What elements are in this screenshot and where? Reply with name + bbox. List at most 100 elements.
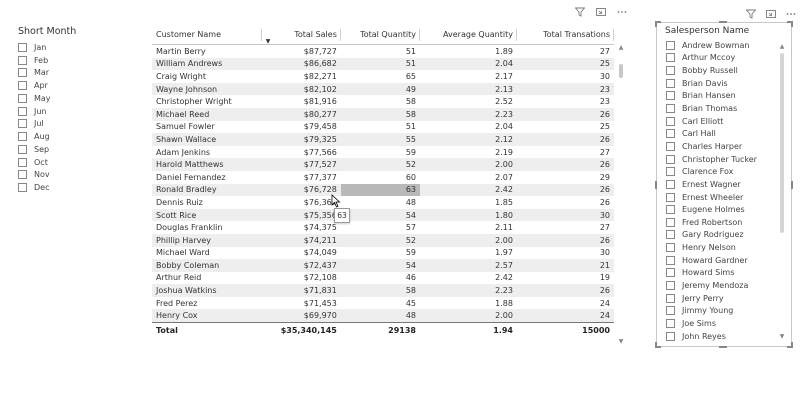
table-row[interactable]: Martin Berry $87,727 51 1.89 27 <box>152 45 614 58</box>
filter-icon[interactable] <box>745 8 757 20</box>
resize-handle[interactable] <box>719 346 727 348</box>
checkbox[interactable] <box>666 318 675 328</box>
checkbox[interactable] <box>666 331 675 341</box>
checkbox[interactable] <box>18 55 27 65</box>
table-scroll-area[interactable]: Customer Name Total Sales ▼ Total Quantity A… <box>150 22 618 344</box>
table-cell[interactable]: 26 <box>516 107 614 121</box>
slicer-item[interactable]: Andrew Bowman <box>666 39 784 52</box>
table-cell[interactable]: 54 <box>340 259 420 272</box>
table-cell[interactable]: Ronald Bradley <box>152 183 262 197</box>
table-cell[interactable]: Adam Jenkins <box>152 146 262 159</box>
table-cell[interactable]: $87,727 <box>262 45 341 58</box>
checkbox[interactable] <box>666 255 675 265</box>
checkbox[interactable] <box>666 53 675 63</box>
scroll-down-arrow-icon[interactable]: ▼ <box>617 338 625 346</box>
resize-handle[interactable] <box>719 21 727 23</box>
checkbox[interactable] <box>18 144 27 154</box>
slicer-item[interactable]: Brian Hansen <box>666 90 784 103</box>
table-cell[interactable]: $82,271 <box>262 70 341 83</box>
table-cell[interactable]: 2.07 <box>420 171 517 184</box>
table-cell[interactable]: $75,356 <box>261 208 341 222</box>
table-cell[interactable]: 1.80 <box>420 208 517 222</box>
table-cell[interactable]: 58 <box>341 95 420 108</box>
resize-handle[interactable] <box>655 181 657 189</box>
table-cell[interactable]: 65 <box>341 70 420 83</box>
table-cell[interactable]: $71,453 <box>262 297 341 310</box>
slicer-item[interactable]: Ernest Wheeler <box>666 191 784 204</box>
table-cell[interactable]: 60 <box>341 171 420 184</box>
table-cell[interactable]: 1.97 <box>420 247 517 260</box>
slicer-item[interactable]: Carl Hall <box>666 127 784 140</box>
checkbox[interactable] <box>666 78 675 88</box>
column-header[interactable]: Customer Name <box>152 25 262 45</box>
table-cell[interactable]: $74,049 <box>262 247 341 260</box>
table-cell[interactable]: 58 <box>340 107 420 121</box>
slicer-item[interactable]: John Reyes <box>666 330 784 343</box>
table-vertical-scrollbar[interactable]: ▲ ▼ <box>617 44 625 346</box>
resize-handle[interactable] <box>791 181 793 189</box>
slicer-item[interactable]: Jeremy Mendoza <box>666 279 784 292</box>
table-cell[interactable]: 2.04 <box>420 121 517 134</box>
table-row[interactable]: Daniel Fernandez $77,377 60 2.07 29 <box>152 171 614 184</box>
table-cell[interactable]: 30 <box>517 70 614 83</box>
table-cell[interactable]: $82,102 <box>261 82 341 96</box>
table-cell[interactable]: 26 <box>516 158 614 171</box>
table-cell[interactable]: Dennis Ruiz <box>152 196 262 209</box>
table-cell[interactable]: $71,831 <box>261 284 341 297</box>
table-cell[interactable]: Craig Wright <box>152 70 262 83</box>
table-cell[interactable]: Arthur Reid <box>152 272 262 285</box>
resize-handle[interactable] <box>791 21 793 27</box>
slicer-item[interactable]: Mar <box>18 67 138 80</box>
slicer-item[interactable]: Oct <box>18 156 138 169</box>
table-cell[interactable]: $74,211 <box>261 233 341 247</box>
table-cell[interactable]: $77,527 <box>261 158 341 171</box>
table-cell[interactable]: Martin Berry <box>152 45 262 58</box>
table-cell[interactable]: Henry Cox <box>152 309 262 323</box>
table-cell[interactable]: 24 <box>517 297 614 310</box>
filter-icon[interactable] <box>574 6 586 18</box>
table-cell[interactable]: 2.42 <box>420 272 517 285</box>
table-cell[interactable]: $72,108 <box>262 272 341 285</box>
table-row[interactable]: Adam Jenkins $77,566 59 2.19 27 <box>152 146 614 159</box>
resize-handle[interactable] <box>655 342 657 348</box>
slicer-item[interactable]: Dec <box>18 181 138 194</box>
slicer-item[interactable]: May <box>18 92 138 105</box>
slicer-item[interactable]: Sep <box>18 143 138 156</box>
checkbox[interactable] <box>18 68 27 78</box>
column-separator[interactable] <box>613 29 614 41</box>
slicer-item[interactable]: Carl Elliott <box>666 115 784 128</box>
table-cell[interactable]: 21 <box>516 259 614 272</box>
focus-mode-icon[interactable] <box>765 8 777 20</box>
table-row[interactable]: Phillip Harvey $74,211 52 2.00 26 <box>152 233 614 247</box>
table-cell[interactable]: $76,728 <box>261 183 341 197</box>
column-header[interactable]: Total Sales ▼ <box>261 25 341 45</box>
table-row[interactable]: Arthur Reid $72,108 46 2.42 19 <box>152 272 614 285</box>
table-cell[interactable]: Phillip Harvey <box>152 233 262 247</box>
table-cell[interactable]: 30 <box>517 247 614 260</box>
table-row[interactable]: Joshua Watkins $71,831 58 2.23 26 <box>152 284 614 297</box>
table-cell[interactable]: $76,367 <box>262 196 341 209</box>
slicer-item[interactable]: Fred Robertson <box>666 216 784 229</box>
table-cell[interactable]: Michael Reed <box>152 107 262 121</box>
checkbox[interactable] <box>18 170 27 180</box>
checkbox[interactable] <box>666 167 675 177</box>
salesperson-list[interactable]: Andrew Bowman Arthur Mccoy Bobby Russell Br… <box>666 39 784 343</box>
slicer-item[interactable]: Clarence Fox <box>666 165 784 178</box>
table-cell[interactable]: 52 <box>340 158 420 171</box>
table-cell[interactable]: 2.00 <box>420 233 517 247</box>
checkbox[interactable] <box>666 104 675 114</box>
more-options-icon[interactable] <box>616 6 628 18</box>
column-header[interactable]: Total Transations <box>516 25 614 45</box>
slicer-item[interactable]: Howard Gardner <box>666 254 784 267</box>
slicer-item[interactable]: Brian Thomas <box>666 102 784 115</box>
slicer-item[interactable]: Joe Sims <box>666 317 784 330</box>
table-cell[interactable]: Bobby Coleman <box>152 259 262 272</box>
checkbox[interactable] <box>666 179 675 189</box>
focus-mode-icon[interactable] <box>595 6 607 18</box>
table-cell[interactable]: $69,970 <box>261 309 341 323</box>
slicer-item[interactable]: Henry Nelson <box>666 241 784 254</box>
table-cell[interactable]: 59 <box>341 146 420 159</box>
checkbox[interactable] <box>18 93 27 103</box>
table-cell[interactable]: 1.85 <box>420 196 517 209</box>
table-cell[interactable]: 63 <box>340 183 420 197</box>
